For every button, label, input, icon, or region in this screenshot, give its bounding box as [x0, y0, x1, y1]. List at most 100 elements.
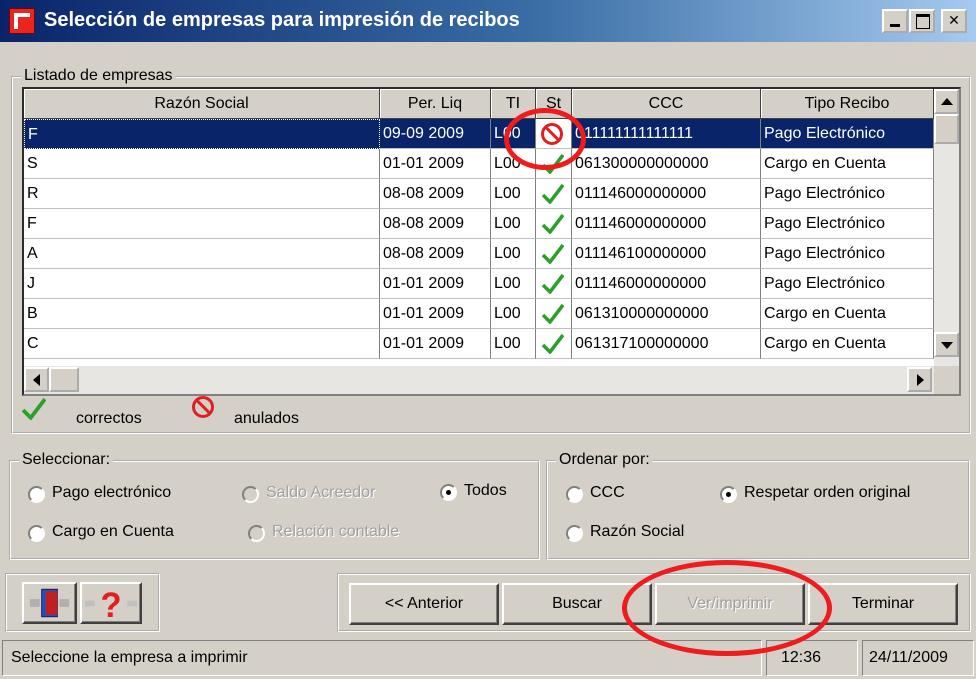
cell-ti: L00: [491, 209, 536, 239]
cell-tipo-recibo: Pago Electrónico: [761, 239, 934, 269]
cell-per-liq: 01-01 2009: [380, 269, 491, 299]
column-header-st[interactable]: St: [536, 89, 572, 119]
cell-ti: L00: [491, 239, 536, 269]
cell-ccc: 011111111111111: [572, 119, 761, 149]
radio-sort-original[interactable]: Respetar orden original: [720, 483, 965, 507]
column-header-ccc[interactable]: CCC: [572, 89, 761, 119]
horizontal-scroll-thumb[interactable]: [49, 367, 79, 392]
radio-cargo-en-cuenta[interactable]: Cargo en Cuenta: [28, 522, 218, 546]
radio-label: Saldo Acreedor: [266, 484, 376, 501]
cell-status: [536, 179, 572, 209]
radio-button[interactable]: [566, 525, 583, 542]
scroll-left-button[interactable]: [24, 367, 49, 392]
radio-label: Razón Social: [590, 523, 685, 540]
radio-button[interactable]: [720, 486, 737, 503]
cell-per-liq: 08-08 2009: [380, 179, 491, 209]
radio-sort-ccc[interactable]: CCC: [566, 483, 646, 507]
exit-door-button[interactable]: [22, 582, 77, 624]
table-row[interactable]: F 09-09 2009 L00 011111111111111 Pago El…: [24, 119, 934, 149]
radio-button[interactable]: [28, 486, 45, 503]
app-icon: [9, 8, 35, 34]
minimize-button[interactable]: [882, 9, 908, 33]
table-row[interactable]: C 01-01 2009 L00 061317100000000 Cargo e…: [24, 329, 934, 359]
table-row[interactable]: F 08-08 2009 L00 011146000000000 Pago El…: [24, 209, 934, 239]
radio-saldo-acreedor: Saldo Acreedor: [242, 483, 417, 507]
cell-tipo-recibo: Cargo en Cuenta: [761, 329, 934, 359]
grid-header: Razón Social Per. Liq TI St CCC Tipo Rec…: [24, 89, 934, 119]
cell-status: [536, 239, 572, 269]
table-row[interactable]: S 01-01 2009 L00 061300000000000 Cargo e…: [24, 149, 934, 179]
void-icon: [192, 396, 214, 418]
cell-ti: L00: [491, 119, 536, 149]
radio-button: [248, 525, 265, 542]
select-group-title: Seleccionar:: [19, 451, 114, 469]
table-row[interactable]: B 01-01 2009 L00 061310000000000 Cargo e…: [24, 299, 934, 329]
help-button[interactable]: ?: [80, 582, 142, 624]
horizontal-scrollbar[interactable]: [24, 366, 934, 394]
radio-button: [242, 486, 259, 503]
cell-ti: L00: [491, 149, 536, 179]
check-icon: [542, 274, 564, 294]
cell-ccc: 061317100000000: [572, 329, 761, 359]
legend-void-label: anulados: [234, 410, 299, 427]
cell-ccc: 061310000000000: [572, 299, 761, 329]
column-header-per-liq[interactable]: Per. Liq: [380, 89, 491, 119]
radio-button[interactable]: [566, 486, 583, 503]
cell-razon-social: S: [24, 149, 380, 179]
maximize-button[interactable]: [909, 9, 935, 33]
close-button[interactable]: ✕: [941, 9, 967, 33]
cell-status: [536, 149, 572, 179]
cell-tipo-recibo: Pago Electrónico: [761, 269, 934, 299]
vertical-scroll-thumb[interactable]: [934, 114, 959, 144]
radio-pago-electronico[interactable]: Pago electrónico: [28, 483, 218, 507]
scroll-up-button[interactable]: [934, 89, 959, 114]
cell-razon-social: J: [24, 269, 380, 299]
cell-ti: L00: [491, 299, 536, 329]
previous-button[interactable]: << Anterior: [349, 583, 499, 625]
status-time: 12:36: [766, 640, 858, 676]
cell-status: [536, 329, 572, 359]
cell-ccc: 061300000000000: [572, 149, 761, 179]
arrow-down-icon: [941, 342, 953, 349]
cell-tipo-recibo: Pago Electrónico: [761, 209, 934, 239]
cell-ccc: 011146100000000: [572, 239, 761, 269]
search-button[interactable]: Buscar: [502, 583, 652, 625]
cell-status: [536, 209, 572, 239]
cell-ccc: 011146000000000: [572, 269, 761, 299]
radio-button[interactable]: [28, 525, 45, 542]
radio-todos[interactable]: Todos: [440, 481, 535, 505]
cell-ccc: 011146000000000: [572, 209, 761, 239]
cell-status: [536, 119, 572, 149]
door-icon: [29, 588, 70, 618]
column-header-tipo-recibo[interactable]: Tipo Recibo: [761, 89, 934, 119]
company-grid[interactable]: Razón Social Per. Liq TI St CCC Tipo Rec…: [22, 87, 961, 396]
cell-razon-social: B: [24, 299, 380, 329]
help-icon: ?: [84, 587, 138, 622]
table-row[interactable]: J 01-01 2009 L00 011146000000000 Pago El…: [24, 269, 934, 299]
cell-ti: L00: [491, 179, 536, 209]
column-header-razon-social[interactable]: Razón Social: [24, 89, 380, 119]
table-row[interactable]: R 08-08 2009 L00 011146000000000 Pago El…: [24, 179, 934, 209]
cell-razon-social: R: [24, 179, 380, 209]
cell-razon-social: F: [24, 119, 380, 149]
finish-button[interactable]: Terminar: [808, 583, 958, 625]
cell-per-liq: 01-01 2009: [380, 329, 491, 359]
scroll-down-button[interactable]: [934, 332, 959, 357]
view-print-button[interactable]: Ver/imprimir: [655, 583, 805, 625]
check-icon: [542, 154, 564, 174]
status-message: Seleccione la empresa a imprimir: [2, 640, 762, 676]
table-row[interactable]: A 08-08 2009 L00 011146100000000 Pago El…: [24, 239, 934, 269]
scroll-corner: [934, 366, 959, 394]
cell-tipo-recibo: Pago Electrónico: [761, 119, 934, 149]
cell-per-liq: 08-08 2009: [380, 239, 491, 269]
vertical-scrollbar[interactable]: [934, 89, 959, 366]
status-date: 24/11/2009: [862, 640, 974, 676]
column-header-ti[interactable]: TI: [491, 89, 536, 119]
cell-status: [536, 269, 572, 299]
svg-text:?: ?: [100, 587, 121, 622]
radio-button[interactable]: [440, 484, 457, 501]
check-icon: [542, 214, 564, 234]
radio-relacion-contable: Relación contable: [248, 522, 438, 546]
scroll-right-button[interactable]: [907, 367, 932, 392]
radio-sort-razon-social[interactable]: Razón Social: [566, 522, 726, 546]
